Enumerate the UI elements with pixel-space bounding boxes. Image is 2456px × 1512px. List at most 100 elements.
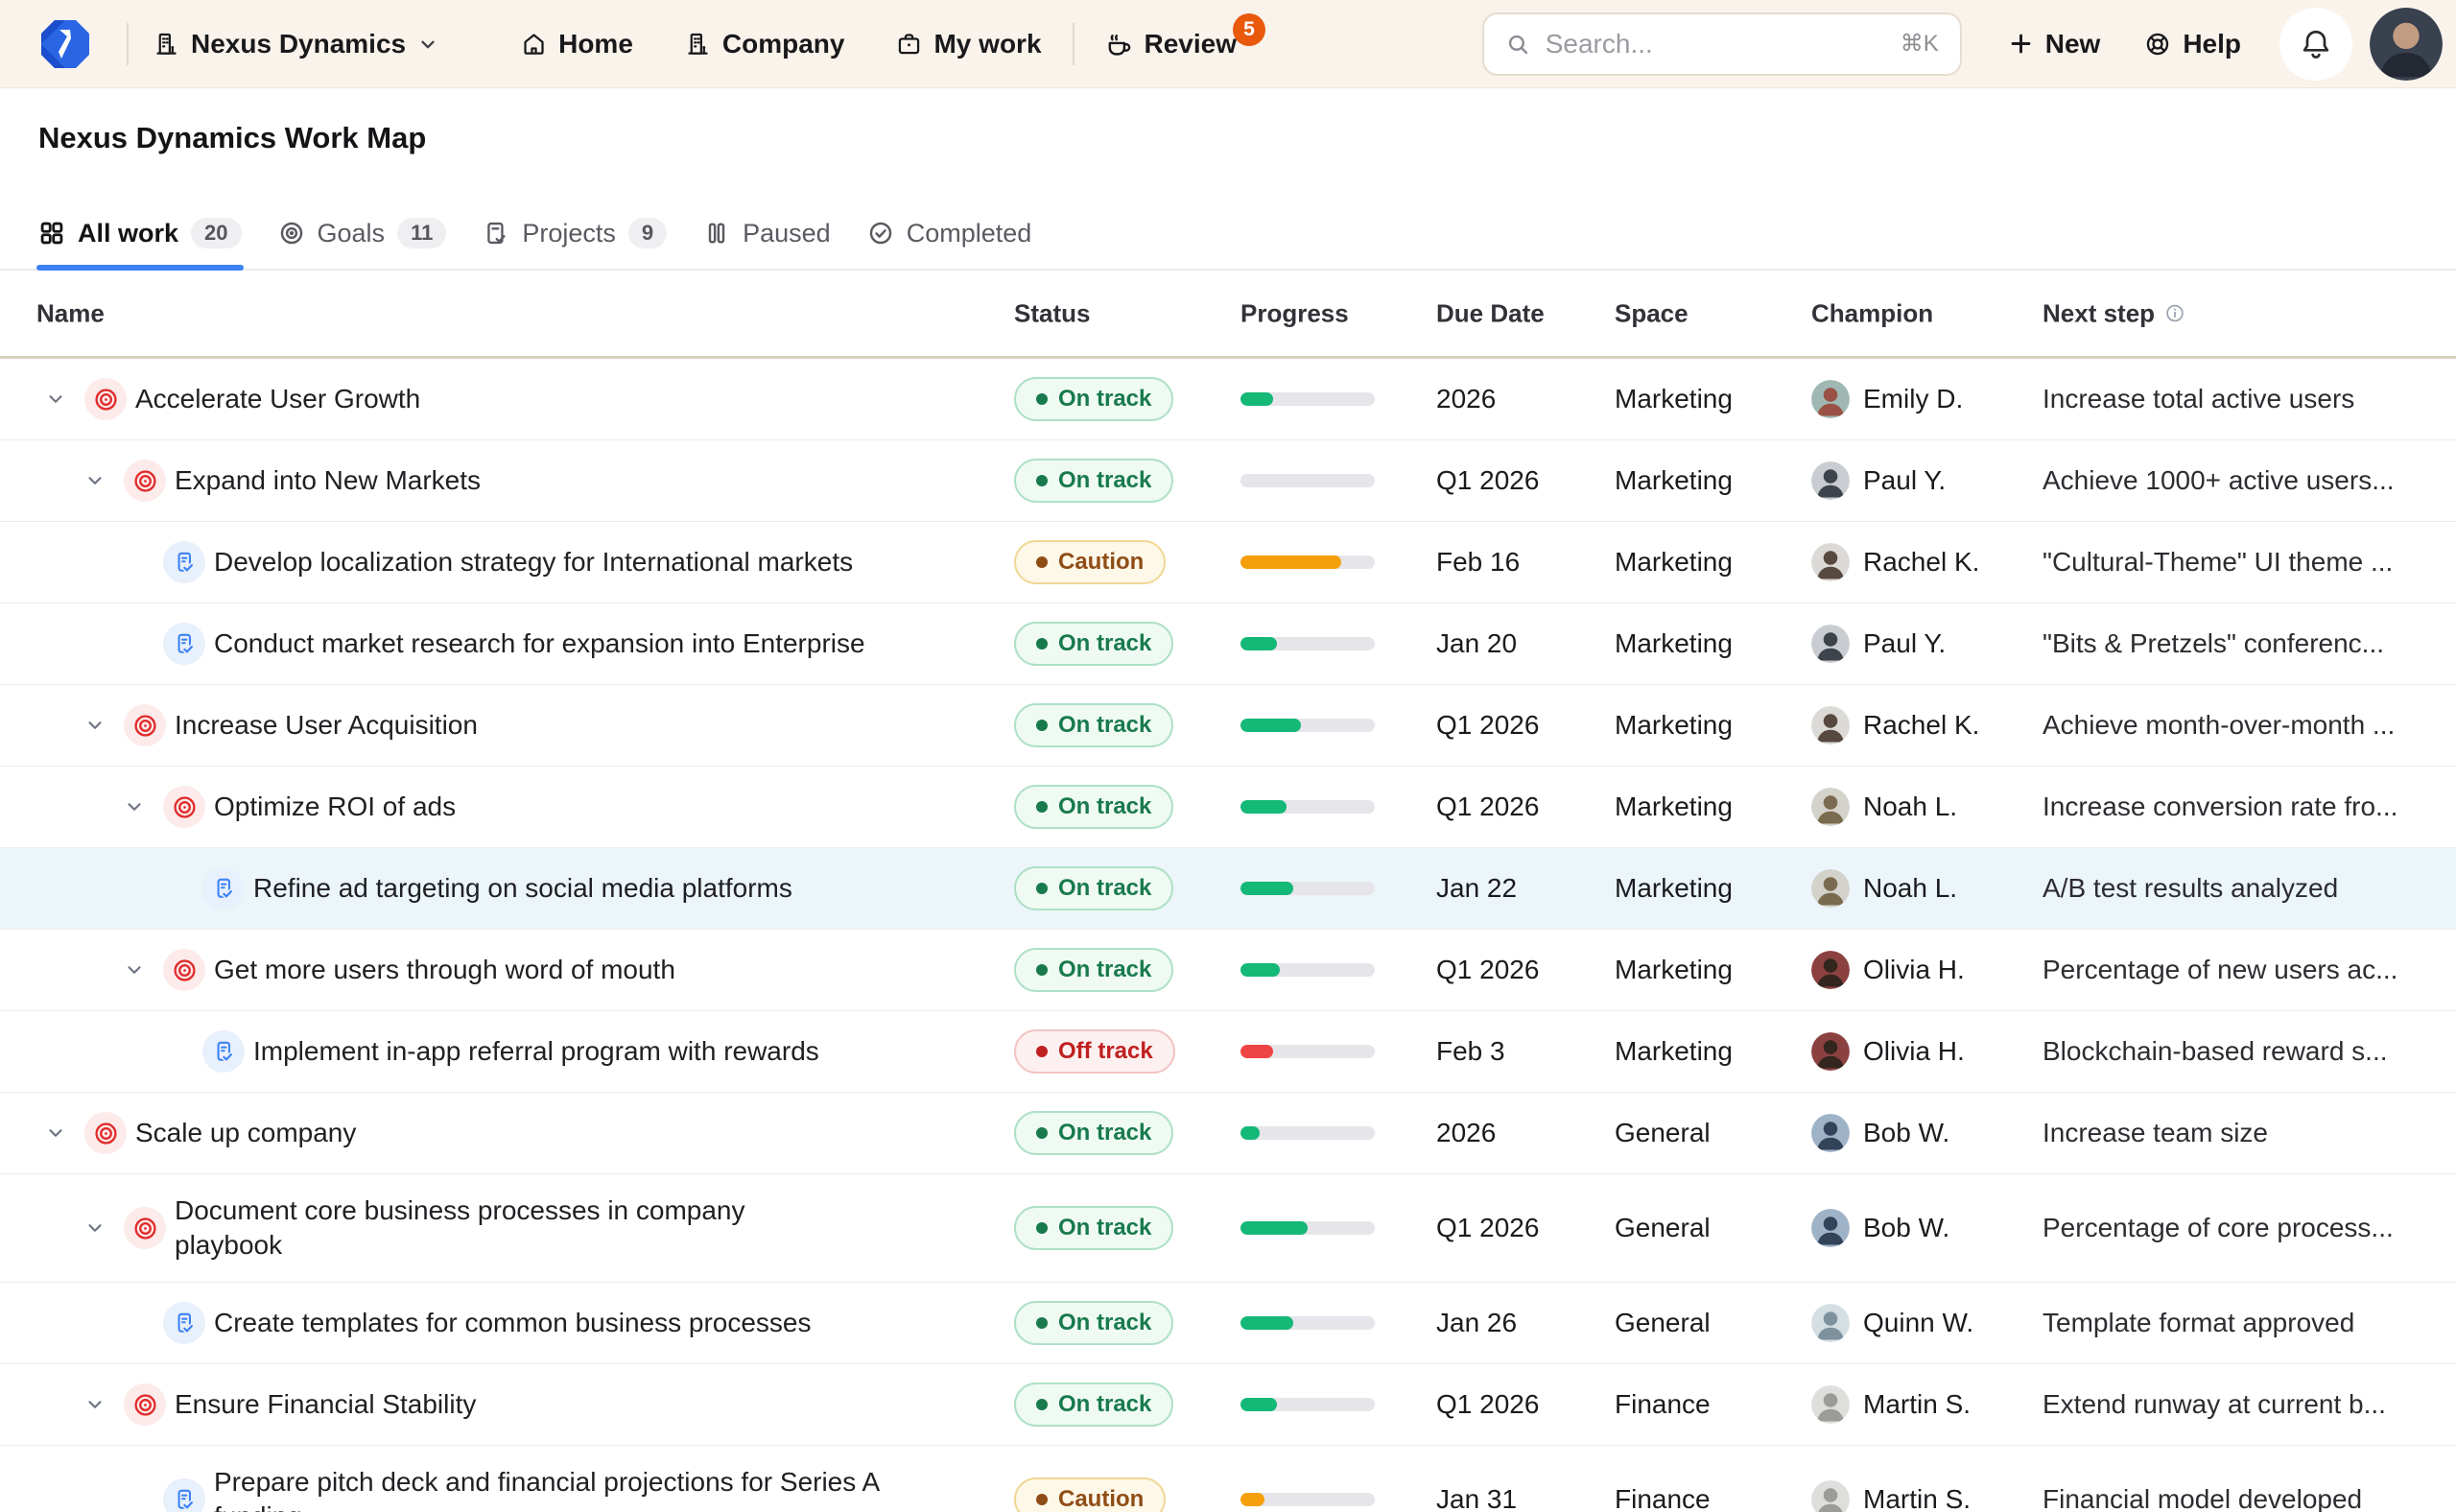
goal-target-icon [84,1112,127,1154]
target-icon [278,220,305,247]
user-avatar[interactable] [2370,8,2443,81]
table-row[interactable]: Accelerate User GrowthOn track2026Market… [0,359,2456,440]
avatar [1811,1385,1850,1424]
progress-cell [1240,555,1375,569]
avatar [1811,625,1850,663]
tab-projects[interactable]: Projects 9 [483,198,667,269]
new-button[interactable]: New [2008,29,2101,59]
status-cell: On track [1014,622,1173,666]
table-row[interactable]: Get more users through word of mouthOn t… [0,930,2456,1011]
nav-item-home[interactable]: Home [521,29,633,59]
row-name[interactable]: Get more users through word of mouth [214,953,675,987]
chevron-down-icon[interactable] [123,795,146,818]
status-cell: On track [1014,1382,1173,1427]
tab-paused[interactable]: Paused [703,198,831,269]
due-date: Feb 3 [1436,1036,1505,1067]
status-dot-icon [1036,1046,1048,1057]
row-name[interactable]: Prepare pitch deck and financial project… [214,1465,962,1512]
next-step: Increase conversion rate fro... [2043,791,2438,822]
table-row[interactable]: Refine ad targeting on social media plat… [0,848,2456,930]
champion-name: Bob W. [1863,1213,1949,1243]
status-badge: On track [1014,1206,1173,1250]
champion-name: Bob W. [1863,1118,1949,1148]
workspace-switcher[interactable]: Nexus Dynamics [154,29,438,59]
table-row[interactable]: Document core business processes in comp… [0,1174,2456,1283]
app-logo-icon[interactable] [38,17,92,71]
row-name-cell: Document core business processes in comp… [0,1174,998,1282]
nav-item-company[interactable]: Company [685,29,845,59]
status-badge: On track [1014,377,1173,421]
chevron-down-icon[interactable] [83,1393,106,1416]
champion-cell: Paul Y. [1811,625,1946,663]
progress-fill [1240,882,1293,895]
table-row[interactable]: Develop localization strategy for Intern… [0,522,2456,603]
help-button[interactable]: Help [2144,29,2241,59]
tab-label: All work [78,219,178,248]
next-step: Financial model developed [2043,1484,2438,1512]
table-row[interactable]: Ensure Financial StabilityOn trackQ1 202… [0,1364,2456,1446]
row-name-cell: Implement in-app referral program with r… [0,1011,998,1092]
nav-item-label: Company [722,29,845,59]
row-name-cell: Accelerate User Growth [0,359,998,439]
row-name[interactable]: Create templates for common business pro… [214,1306,812,1340]
chevron-down-icon[interactable] [44,1122,67,1145]
tab-label: Completed [907,219,1032,248]
tab-all-work[interactable]: All work 20 [38,198,242,269]
tab-goals[interactable]: Goals 11 [278,198,447,269]
row-name[interactable]: Scale up company [135,1116,356,1150]
row-name[interactable]: Refine ad targeting on social media plat… [253,871,792,906]
chevron-down-icon[interactable] [83,1217,106,1240]
status-badge: On track [1014,866,1173,910]
tab-completed[interactable]: Completed [867,198,1032,269]
champion-cell: Noah L. [1811,869,1957,908]
clipboard-check-icon [483,220,509,247]
nav-item-review[interactable]: Review 5 [1105,29,1238,59]
space: Marketing [1615,873,1733,904]
search-placeholder: Search... [1546,29,1885,59]
due-date: Q1 2026 [1436,465,1539,496]
tab-label: Goals [318,219,386,248]
next-step: Increase team size [2043,1118,2438,1148]
row-name[interactable]: Document core business processes in comp… [175,1193,769,1263]
nav-item-my-work[interactable]: My work [896,29,1041,59]
project-clipboard-icon [163,1478,205,1512]
progress-bar [1240,1398,1375,1411]
due-date: Jan 22 [1436,873,1517,904]
chevron-down-icon[interactable] [83,469,106,492]
table-row[interactable]: Prepare pitch deck and financial project… [0,1446,2456,1512]
row-name[interactable]: Expand into New Markets [175,463,481,498]
next-step: Achieve 1000+ active users... [2043,465,2438,496]
progress-cell [1240,1126,1375,1140]
table-row[interactable]: Implement in-app referral program with r… [0,1011,2456,1093]
progress-bar [1240,474,1375,487]
champion-cell: Emily D. [1811,380,1963,418]
status-badge: On track [1014,1382,1173,1427]
row-name[interactable]: Optimize ROI of ads [214,790,456,824]
table-row[interactable]: Conduct market research for expansion in… [0,603,2456,685]
row-name[interactable]: Ensure Financial Stability [175,1387,476,1422]
row-name[interactable]: Conduct market research for expansion in… [214,626,865,661]
table-row[interactable]: Scale up companyOn track2026GeneralBob W… [0,1093,2456,1174]
status-cell: On track [1014,866,1173,910]
project-clipboard-icon [163,541,205,583]
row-name[interactable]: Increase User Acquisition [175,708,478,743]
row-name[interactable]: Develop localization strategy for Intern… [214,545,853,579]
table-row[interactable]: Increase User AcquisitionOn trackQ1 2026… [0,685,2456,767]
chevron-down-icon[interactable] [83,714,106,737]
next-step: Achieve month-over-month ... [2043,710,2438,741]
progress-bar [1240,1045,1375,1058]
row-name[interactable]: Implement in-app referral program with r… [253,1034,819,1069]
progress-cell [1240,800,1375,814]
tab-label: Paused [743,219,831,248]
table-row[interactable]: Optimize ROI of adsOn trackQ1 2026Market… [0,767,2456,848]
chevron-down-icon[interactable] [123,958,146,981]
search-input[interactable]: Search... ⌘K [1482,12,1962,76]
notifications-button[interactable] [2279,8,2352,81]
avatar [1811,1480,1850,1512]
row-name[interactable]: Accelerate User Growth [135,382,420,416]
grid-icon [38,220,65,247]
table-row[interactable]: Expand into New MarketsOn trackQ1 2026Ma… [0,440,2456,522]
row-name-cell: Prepare pitch deck and financial project… [0,1446,998,1512]
chevron-down-icon[interactable] [44,388,67,411]
table-row[interactable]: Create templates for common business pro… [0,1283,2456,1364]
